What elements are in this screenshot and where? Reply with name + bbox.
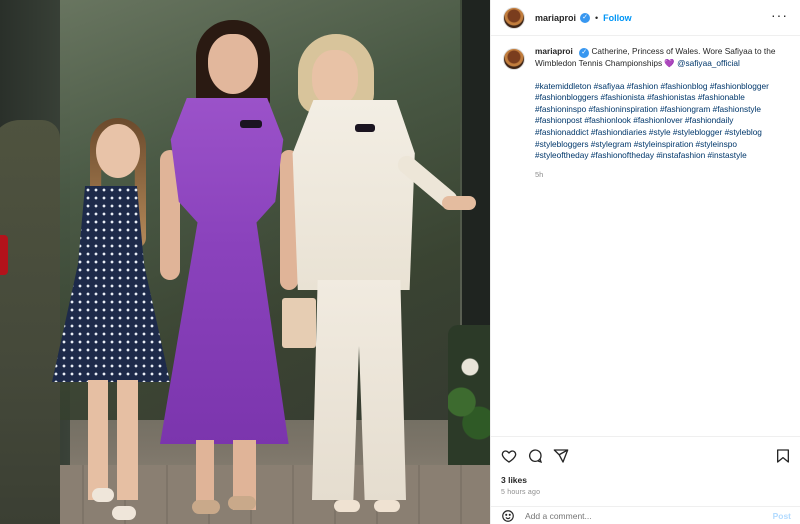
caption-username[interactable]: mariaproi <box>535 46 573 56</box>
avatar[interactable] <box>503 6 525 29</box>
post-age: 5 hours ago <box>501 489 541 496</box>
photo-shoe <box>228 496 256 510</box>
comment-input[interactable] <box>525 510 773 521</box>
photo-soldier <box>0 120 60 524</box>
comment-icon[interactable] <box>527 448 543 464</box>
follow-button[interactable]: Follow <box>603 13 632 23</box>
photo-pointing-hand <box>442 196 476 210</box>
photo-shoe <box>374 500 400 512</box>
photo-girl-head <box>96 124 140 178</box>
photo-woman-purple-head <box>208 34 258 94</box>
share-icon[interactable] <box>553 448 569 464</box>
caption-avatar[interactable] <box>503 48 525 70</box>
verified-icon: ✓ <box>579 48 590 58</box>
caption-block: mariaproi ✓ Catherine, Princess of Wales… <box>491 36 800 180</box>
photo-girl-shoe <box>92 488 114 502</box>
comment-bar: Post <box>491 506 800 524</box>
post-photo[interactable] <box>0 0 490 524</box>
separator-dot: • <box>595 12 599 23</box>
post-header: mariaproi ✓ • Follow ··· <box>491 0 800 36</box>
photo-plant <box>448 325 490 465</box>
photo-girl-shoe <box>112 506 136 520</box>
photo-bow <box>355 124 375 132</box>
photo-woman-white-head <box>312 50 358 106</box>
caption-mention[interactable]: @safiyaa_official <box>677 58 740 68</box>
photo-shoe <box>334 500 360 512</box>
emoji-icon[interactable] <box>501 509 515 523</box>
caption-hashtags[interactable]: #katemiddleton #safiyaa #fashion #fashio… <box>535 81 788 162</box>
post-actions: 3 likes 5 hours ago <box>491 436 800 496</box>
photo-handbag <box>282 298 316 348</box>
more-icon[interactable]: ··· <box>771 8 788 22</box>
caption: mariaproi ✓ Catherine, Princess of Wales… <box>535 46 788 180</box>
photo-shoe <box>192 500 220 514</box>
photo-girl-legs <box>88 380 138 500</box>
username[interactable]: mariaproi <box>535 13 576 23</box>
post-sidebar: mariaproi ✓ • Follow ··· mariaproi ✓ Cat… <box>490 0 800 524</box>
photo-bow <box>240 120 262 128</box>
photo-soldier-detail <box>0 235 8 275</box>
likes-count[interactable]: 3 likes <box>501 475 791 485</box>
verified-icon: ✓ <box>580 12 591 23</box>
heart-icon[interactable] <box>501 448 517 464</box>
action-icons <box>501 445 791 467</box>
caption-timestamp: 5h <box>535 169 544 179</box>
bookmark-icon[interactable] <box>775 448 791 464</box>
post-comment-button[interactable]: Post <box>773 511 791 521</box>
